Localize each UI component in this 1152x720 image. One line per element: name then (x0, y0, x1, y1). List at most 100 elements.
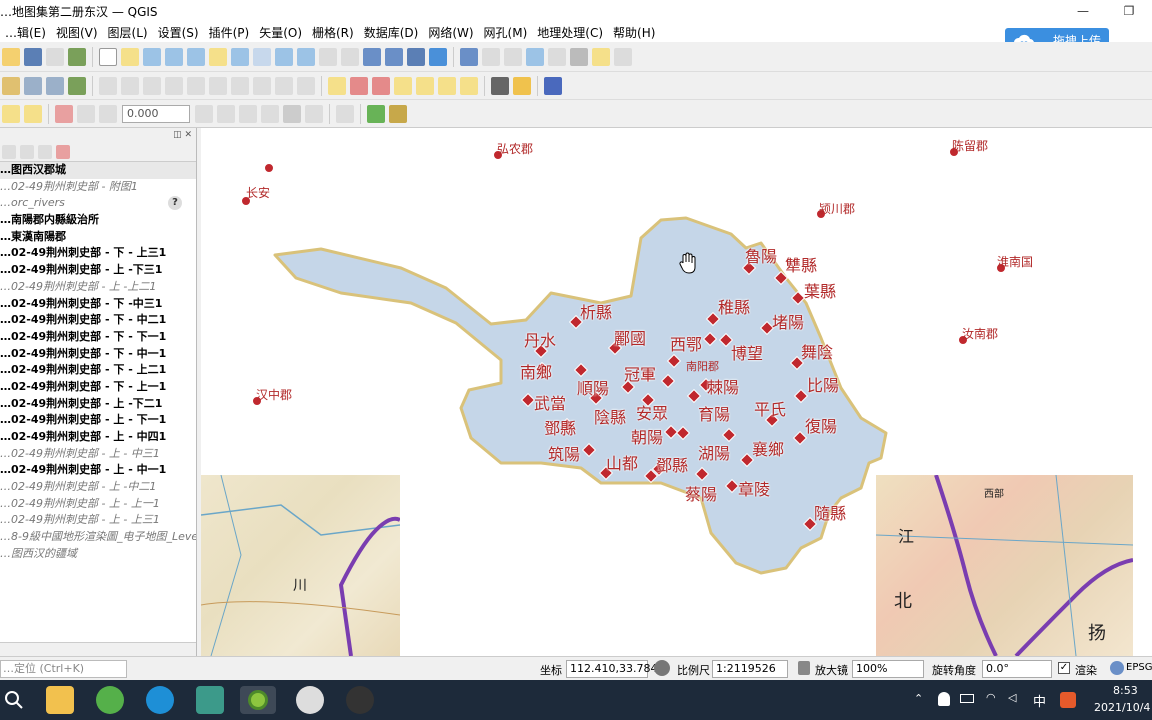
layer-item[interactable]: …orc_rivers? (0, 195, 196, 212)
commandery-seat-marker[interactable] (264, 163, 274, 173)
clock-time[interactable]: 8:53 (1113, 684, 1138, 697)
annotation-ab-icon[interactable] (217, 104, 235, 123)
lock-scale-icon[interactable] (798, 661, 810, 675)
minimize-button[interactable]: — (1060, 0, 1106, 22)
layer-item[interactable]: …02-49荆州刺史部 - 下 -中三1 (0, 296, 196, 313)
search-map-icon[interactable] (367, 104, 385, 123)
zoom-out-icon[interactable] (165, 47, 183, 66)
snapping-icon[interactable] (336, 104, 354, 123)
cut-icon[interactable] (209, 76, 227, 95)
digitize-icon[interactable] (24, 76, 42, 95)
undo-icon[interactable] (275, 76, 293, 95)
layer-item[interactable]: …02-49荆州刺史部 - 上 -中二1 (0, 479, 196, 496)
select-by-value-icon[interactable] (24, 104, 42, 123)
layer-item[interactable]: …02-49荆州刺史部 - 上 - 下一1 (0, 412, 196, 429)
paste-icon[interactable] (253, 76, 271, 95)
missing-layer-help-icon[interactable]: ? (168, 196, 182, 211)
redo-icon[interactable] (297, 76, 315, 95)
settings-gear-icon[interactable] (526, 47, 544, 66)
toggle-editing-icon[interactable] (99, 76, 117, 95)
map-canvas[interactable]: 川 江 北 扬 西部 弘农郡 陈留郡 长安 颍川郡 淮南国 汝南郡 汉中郡 魯陽 犨縣 葉縣 稚縣堵… (201, 128, 1152, 656)
layer-item[interactable]: …02-49荆州刺史部 - 下 - 中二1 (0, 312, 196, 329)
label-tool-icon[interactable] (328, 76, 346, 95)
annotation-ad-icon[interactable] (55, 104, 73, 123)
layer-item[interactable]: …東漢南陽郡 (0, 229, 196, 246)
zoom-layer-icon[interactable] (231, 47, 249, 66)
select-features-icon[interactable] (2, 104, 20, 123)
delete-feature-icon[interactable] (187, 76, 205, 95)
attribute-table-icon[interactable] (482, 47, 500, 66)
measure-icon[interactable] (570, 47, 588, 66)
scale-combobox[interactable]: 1:2119526 (712, 660, 788, 678)
layer-item[interactable]: …02-49荆州刺史部 - 上 - 中三1 (0, 446, 196, 463)
layer-item[interactable]: …02-49荆州刺史部 - 下 - 上三1 (0, 245, 196, 262)
layer-item[interactable]: …02-49荆州刺史部 - 附图1 (0, 179, 196, 196)
menu-settings[interactable]: 设置(S) (153, 24, 204, 41)
georeferencer-icon[interactable] (389, 104, 407, 123)
save-edits-icon[interactable] (121, 76, 139, 95)
new-map-view-icon[interactable] (319, 47, 337, 66)
print-layout-icon[interactable] (46, 47, 64, 66)
style-manager-icon[interactable] (68, 47, 86, 66)
volume-icon[interactable]: ◁ (1008, 691, 1016, 704)
menu-layer[interactable]: 图层(L) (103, 24, 153, 41)
plugin-globe-icon[interactable] (491, 76, 509, 95)
help-book-icon[interactable] (544, 76, 562, 95)
crs-label[interactable]: EPSG:… (1126, 662, 1152, 673)
text-annotation-icon[interactable] (614, 47, 632, 66)
remove-layer-icon[interactable] (56, 144, 70, 159)
annotation-tool-icon[interactable] (195, 104, 213, 123)
edge-icon[interactable] (146, 686, 174, 714)
qgis-taskbar-icon[interactable] (240, 686, 276, 714)
layer-item[interactable]: …02-49荆州刺史部 - 上 -下三1 (0, 262, 196, 279)
ime-indicator[interactable]: 中 (1033, 691, 1046, 710)
bookmark-icon[interactable] (363, 47, 381, 66)
annotation-disabled2-icon[interactable] (99, 104, 117, 123)
layer-item[interactable]: …02-49荆州刺史部 - 下 - 下一1 (0, 329, 196, 346)
video-player-icon[interactable] (296, 686, 324, 714)
battery-icon[interactable] (960, 694, 974, 703)
annotation-disabled-icon[interactable] (77, 104, 95, 123)
layer-item[interactable]: …02-49荆州刺史部 - 下 - 上二1 (0, 362, 196, 379)
layer-item[interactable]: …02-49荆州刺史部 - 下 - 上一1 (0, 379, 196, 396)
locator-search-input[interactable]: …定位 (Ctrl+K) (0, 660, 127, 678)
collapse-all-icon[interactable] (38, 144, 52, 159)
menu-help[interactable]: 帮助(H) (608, 24, 660, 41)
menu-database[interactable]: 数据库(D) (359, 24, 424, 41)
sogou-ime-icon[interactable] (1060, 692, 1076, 708)
open-project-icon[interactable] (2, 47, 20, 66)
label-rotate-icon[interactable] (416, 76, 434, 95)
layer-item[interactable]: …南陽郡内縣級治所 (0, 212, 196, 229)
menu-view[interactable]: 视图(V) (51, 24, 103, 41)
wifi-icon[interactable]: ◠ (986, 691, 996, 704)
text-t-plus-icon[interactable] (283, 104, 301, 123)
layer-item[interactable]: …02-49荆州刺史部 - 上 - 中一1 (0, 462, 196, 479)
toggle-extents-icon[interactable] (654, 660, 670, 676)
layer-item[interactable]: …02-49荆州刺史部 - 上 - 上一1 (0, 496, 196, 513)
temporal-controller-icon[interactable] (341, 47, 359, 66)
owl-app-icon[interactable] (346, 686, 374, 714)
clock-date[interactable]: 2021/10/4 (1094, 701, 1150, 714)
store-icon[interactable] (196, 686, 224, 714)
label-pin-icon[interactable] (350, 76, 368, 95)
zoom-next-icon[interactable] (297, 47, 315, 66)
layers-horizontal-scrollbar[interactable] (0, 642, 196, 656)
pan-hand-icon[interactable] (99, 47, 117, 66)
vertex-tool-icon[interactable] (46, 76, 64, 95)
zoom-last-icon[interactable] (275, 47, 293, 66)
move-feature-icon[interactable] (165, 76, 183, 95)
identify-icon[interactable] (460, 47, 478, 66)
rotation-spinbox-status[interactable]: 0.0° (982, 660, 1052, 678)
save-project-icon[interactable] (24, 47, 42, 66)
map-tips-icon[interactable] (592, 47, 610, 66)
layer-item[interactable]: …02-49荆州刺史部 - 上 -上二1 (0, 279, 196, 296)
zoom-in-icon[interactable] (143, 47, 161, 66)
edit-pencil-icon[interactable] (2, 76, 20, 95)
layer-item[interactable]: …图西汉的疆域 (0, 546, 196, 563)
panel-close-icon[interactable]: ✕ (184, 130, 192, 140)
clock-icon[interactable] (407, 47, 425, 66)
zoom-full-icon[interactable] (187, 47, 205, 66)
rotation-spinbox[interactable]: 0.000 (122, 104, 190, 123)
pan-to-selection-icon[interactable] (121, 47, 139, 66)
menu-vector[interactable]: 矢量(O) (254, 24, 307, 41)
